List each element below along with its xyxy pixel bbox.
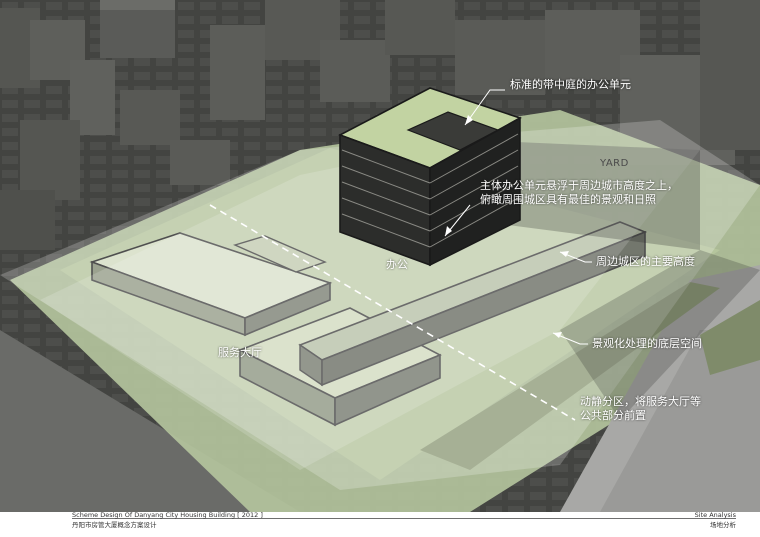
label-service-hall: 服务大厅 xyxy=(218,346,262,359)
label-floating-unit-line2: 俯瞰周围城区具有最佳的景观和日照 xyxy=(480,193,656,206)
label-zoning-line1: 动静分区，将服务大厅等 xyxy=(580,395,701,408)
footer-section-en: Site Analysis xyxy=(694,511,736,519)
label-yard: YARD xyxy=(600,158,629,169)
label-city-height: 周边城区的主要高度 xyxy=(596,255,695,268)
footer-project-en: Scheme Design Of Danyang City Housing Bu… xyxy=(72,511,263,519)
label-courtyard-unit: 标准的带中庭的办公单元 xyxy=(510,78,631,91)
footer-section-cn: 场地分析 xyxy=(710,521,736,529)
footer-caption: Scheme Design Of Danyang City Housing Bu… xyxy=(0,511,760,537)
footer-project-cn: 丹阳市房管大厦概念方案设计 xyxy=(72,521,157,529)
label-landscaped-ground: 景观化处理的底层空间 xyxy=(592,337,702,350)
label-floating-unit-line1: 主体办公单元悬浮于周边城市高度之上， xyxy=(480,179,678,192)
label-office: 办公 xyxy=(386,258,408,271)
label-zoning-line2: 公共部分前置 xyxy=(580,409,646,422)
site-analysis-diagram: 标准的带中庭的办公单元 主体办公单元悬浮于周边城市高度之上， 俯瞰周围城区具有最… xyxy=(0,0,760,537)
